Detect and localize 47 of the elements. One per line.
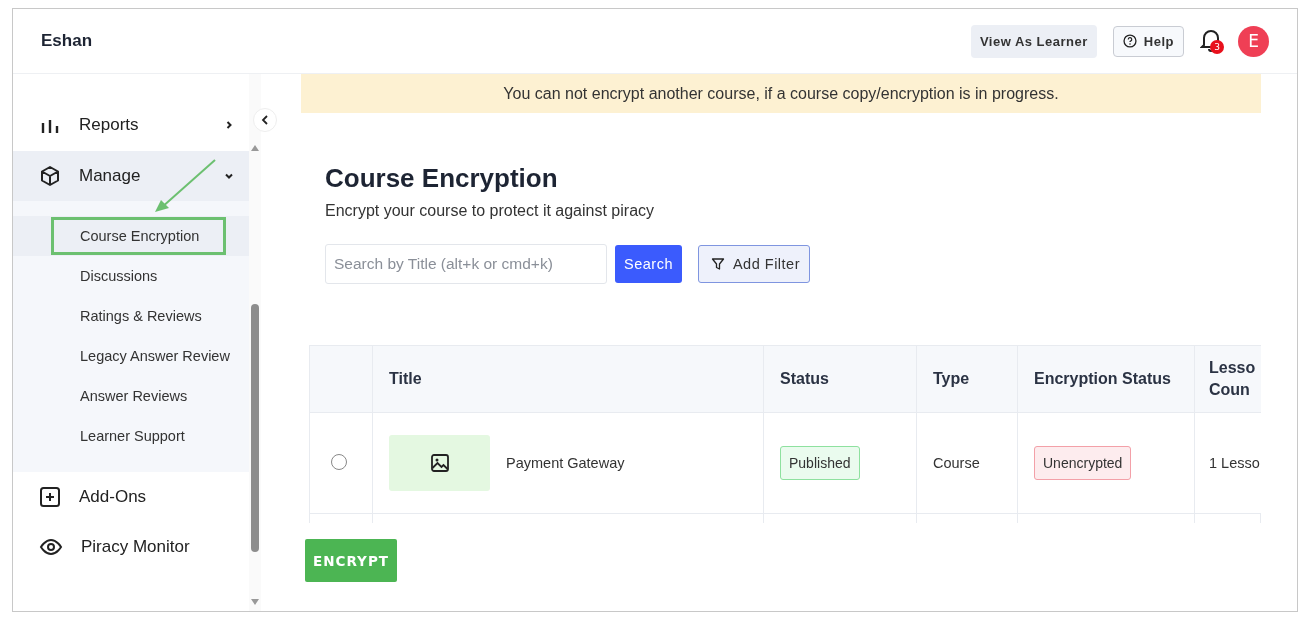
add-filter-button[interactable]: Add Filter <box>697 245 810 283</box>
submenu-label: Legacy Answer Review <box>79 347 231 366</box>
chevron-left-icon <box>261 115 269 125</box>
filter-icon <box>710 257 725 271</box>
submenu-label: Answer Reviews <box>79 387 189 406</box>
page-title: Course Encryption <box>325 163 559 194</box>
view-as-learner-button[interactable]: View As Learner <box>970 24 1097 58</box>
submenu-label: Learner Support <box>79 427 186 446</box>
column-header: Type <box>916 346 1018 413</box>
scroll-down-icon[interactable] <box>250 598 260 606</box>
plus-square-icon <box>39 486 61 508</box>
help-icon <box>1122 34 1137 48</box>
help-button[interactable]: Help <box>1112 25 1184 57</box>
submenu-item[interactable]: Answer Reviews <box>13 376 249 416</box>
table-cell: Course <box>916 412 1018 514</box>
scroll-up-icon[interactable] <box>250 144 260 152</box>
submenu-item[interactable]: Legacy Answer Review <box>13 336 249 376</box>
eye-icon <box>39 536 63 558</box>
warning-banner: You can not encrypt another course, if a course copy/encryption is in progress. <box>301 74 1261 113</box>
page-subtitle: Encrypt your course to protect it against piracy <box>325 202 656 220</box>
avatar[interactable]: E <box>1238 25 1269 57</box>
submenu-label: Discussions <box>79 267 159 286</box>
notification-count: 3 <box>1210 40 1224 54</box>
submenu-item[interactable]: Learner Support <box>13 416 249 456</box>
brand-name: Eshan <box>41 31 93 51</box>
course-title: Payment Gateway <box>506 455 625 471</box>
submenu-label: Ratings & Reviews <box>79 307 203 326</box>
table-cell: 1 Lesso <box>1194 412 1261 514</box>
search-button[interactable]: Search <box>615 245 682 283</box>
sidebar-item[interactable]: Manage <box>13 151 249 201</box>
sidebar-item[interactable]: Piracy Monitor <box>13 522 249 572</box>
submenu-label: Course Encryption <box>51 217 227 255</box>
scrollbar-thumb[interactable] <box>251 304 259 552</box>
collapse-sidebar-button[interactable] <box>253 108 277 132</box>
column-header: Status <box>763 346 917 413</box>
search-field[interactable]: Search by Title (alt+k or cmd+k) <box>325 244 607 284</box>
submenu-item[interactable]: Discussions <box>13 256 249 296</box>
column-header: Title <box>372 346 764 413</box>
cube-icon <box>39 165 61 187</box>
status-badge: Published <box>780 446 860 480</box>
sidebar-item[interactable]: Add-Ons <box>13 472 249 522</box>
submenu-item[interactable]: Ratings & Reviews <box>13 296 249 336</box>
sidebar-item[interactable]: Reports <box>13 100 249 150</box>
column-header: Lesso Coun <box>1194 346 1261 413</box>
encryption-badge: Unencrypted <box>1034 446 1132 480</box>
column-header: Encryption Status <box>1017 346 1195 413</box>
image-icon <box>429 453 450 473</box>
